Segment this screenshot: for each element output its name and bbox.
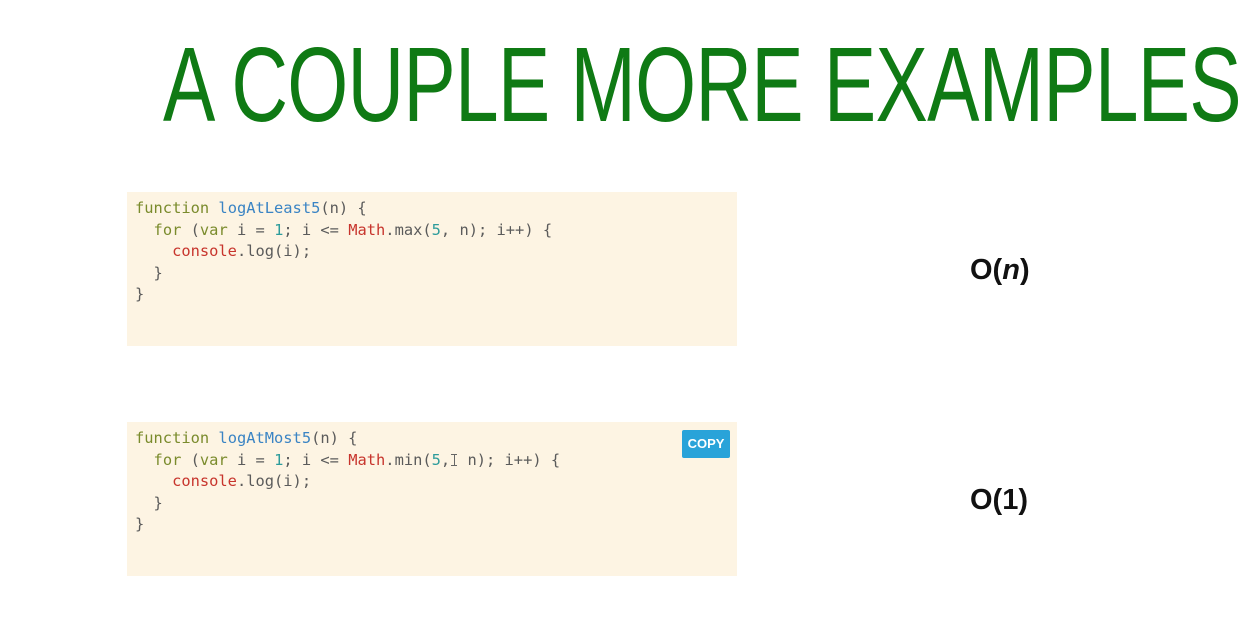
code-token: n); i++) { [458, 450, 561, 469]
code-token-keyword: for [153, 450, 182, 469]
code-line: for (var i = 1; i <= Math.min(5, n); i++… [135, 450, 737, 472]
code-token: (n) { [320, 199, 367, 217]
copy-button[interactable]: COPY [682, 430, 730, 458]
code-token: i = [227, 220, 275, 239]
complexity-label-o-n: O(n) [970, 254, 1030, 287]
code-token: } [135, 493, 163, 512]
code-token: ; i <= [283, 450, 349, 469]
code-token-function-name: logAtLeast5 [218, 199, 321, 217]
slide-title: A COUPLE MORE EXAMPLES [163, 26, 1242, 144]
code-line: console.log(i); [135, 471, 737, 493]
code-token-keyword: function [135, 429, 210, 447]
code-line: function logAtMost5(n) { [135, 428, 737, 450]
code-line: } [135, 514, 737, 536]
code-token-object: console [172, 242, 237, 260]
code-token: , n); i++) { [440, 220, 553, 239]
code-line: } [135, 284, 737, 306]
code-token: .max( [385, 220, 432, 239]
code-block-log-at-most-5[interactable]: function logAtMost5(n) { for (var i = 1;… [127, 422, 737, 576]
code-token: ; i <= [283, 220, 349, 239]
complexity-label-o-1: O(1) [970, 484, 1028, 516]
code-token: , [440, 450, 451, 469]
code-token: } [135, 285, 145, 303]
code-token-keyword: function [135, 199, 210, 217]
code-line: for (var i = 1; i <= Math.max(5, n); i++… [135, 220, 737, 242]
code-token-number: 1 [274, 220, 284, 239]
code-token-number: 5 [431, 220, 441, 239]
complexity-variable: n [1002, 254, 1020, 286]
code-line: function logAtLeast5(n) { [135, 198, 737, 220]
code-token-object: Math [348, 450, 386, 469]
code-token: } [135, 515, 145, 533]
complexity-suffix: ) [1019, 254, 1030, 286]
i-beam-cursor-icon [451, 453, 458, 466]
code-token-number: 5 [431, 450, 441, 469]
code-token: .log(i); [236, 472, 312, 490]
code-token-object: console [172, 472, 237, 490]
code-token: (n) { [311, 429, 358, 447]
code-token-object: Math [348, 220, 386, 239]
code-token-function-name: logAtMost5 [218, 429, 312, 447]
code-token: i = [227, 450, 275, 469]
code-token-keyword: for [153, 220, 182, 239]
code-line: } [135, 493, 737, 515]
code-token-keyword: var [199, 450, 228, 469]
code-token: .log(i); [236, 242, 312, 260]
code-line: console.log(i); [135, 241, 737, 263]
code-block-log-at-least-5[interactable]: function logAtLeast5(n) { for (var i = 1… [127, 192, 737, 346]
code-token-number: 1 [274, 450, 284, 469]
code-token: ( [181, 220, 200, 239]
code-token-keyword: var [199, 220, 228, 239]
code-line: } [135, 263, 737, 285]
complexity-prefix: O( [970, 254, 1003, 286]
code-token: } [135, 263, 163, 282]
code-token: ( [181, 450, 200, 469]
code-token: .min( [385, 450, 432, 469]
